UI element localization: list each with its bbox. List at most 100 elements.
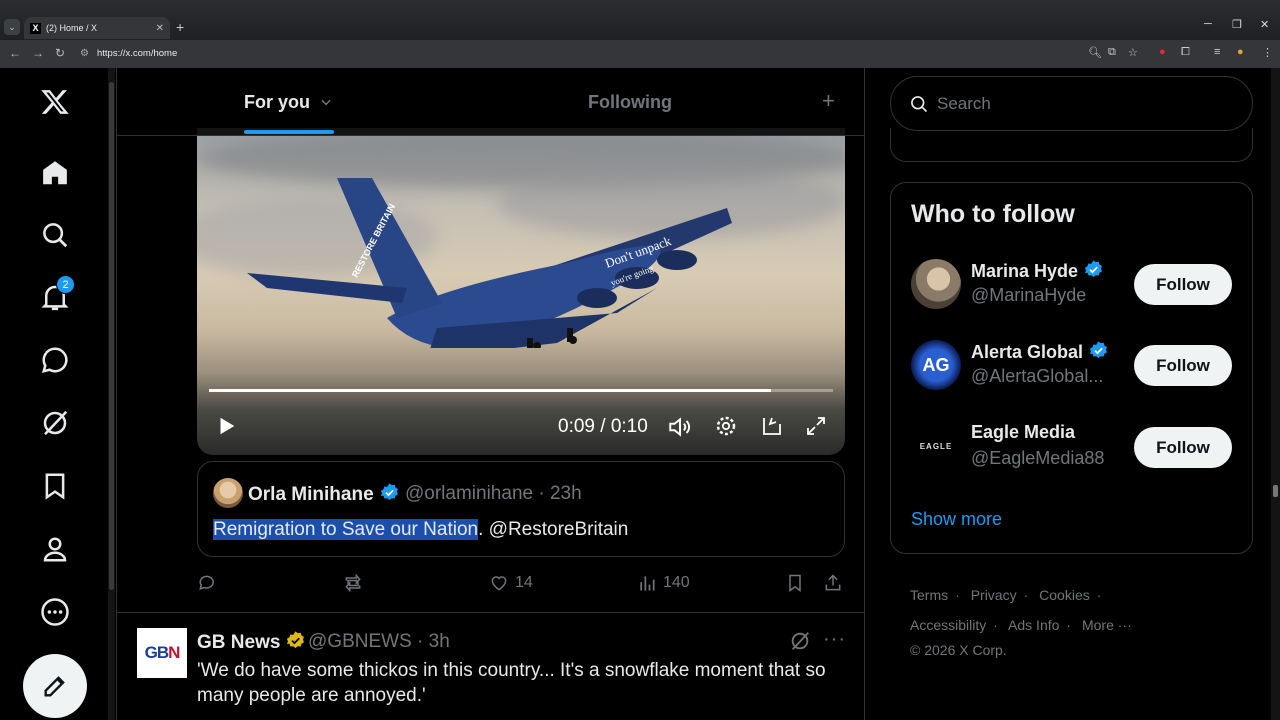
tab-for-you[interactable]: For you <box>244 92 333 113</box>
forward-icon[interactable]: → <box>32 46 44 60</box>
home-icon[interactable] <box>35 153 75 193</box>
picture-in-picture-icon[interactable] <box>760 414 784 443</box>
extensions-icon[interactable]: ⧠ <box>1181 46 1190 59</box>
video-settings-icon[interactable] <box>714 414 738 443</box>
minimize-icon[interactable]: ─ <box>1204 18 1212 30</box>
follow-suggestion[interactable]: Marina Hyde @MarinaHyde Follow <box>911 257 1241 313</box>
account-name[interactable]: Alerta Global <box>971 340 1109 363</box>
maximize-icon[interactable]: ❐ <box>1232 18 1242 31</box>
close-window-icon[interactable]: ✕ <box>1260 18 1269 31</box>
account-handle: @AlertaGlobal... <box>971 366 1104 386</box>
verified-badge-icon <box>1089 341 1108 358</box>
search-input[interactable]: Search <box>890 76 1253 131</box>
account-name[interactable]: Eagle Media <box>971 422 1075 443</box>
terms-link[interactable]: Terms <box>910 587 948 603</box>
tweet-author-name[interactable]: GB News <box>197 630 306 654</box>
grok-icon[interactable] <box>35 403 75 443</box>
left-nav: 2 <box>0 68 108 720</box>
volume-icon[interactable] <box>667 414 693 445</box>
profile-avatar-icon[interactable]: ● <box>1237 46 1244 58</box>
tab-following[interactable]: Following <box>588 92 672 113</box>
add-feed-icon[interactable]: + <box>822 88 835 114</box>
footer-links: Terms · Privacy · Cookies · Accessibility · … <box>910 580 1250 660</box>
like-count: 14 <box>515 574 533 591</box>
like-button[interactable]: 14 <box>489 573 533 593</box>
bookmark-star-icon[interactable]: ☆ <box>1128 46 1138 59</box>
reply-button[interactable] <box>197 573 223 593</box>
left-scrollbar[interactable] <box>108 68 115 720</box>
page-scrollbar[interactable] <box>1271 68 1280 720</box>
tab-search-dropdown[interactable]: ⌄ <box>4 19 20 35</box>
follow-button[interactable]: Follow <box>1134 264 1232 305</box>
compose-post-button[interactable] <box>23 654 87 718</box>
verified-gold-badge-icon <box>287 631 305 648</box>
zoom-icon[interactable]: 🔍︎ <box>1088 46 1102 59</box>
selected-text: Remigration to Save our Nation <box>213 519 479 540</box>
privacy-link[interactable]: Privacy <box>971 587 1017 603</box>
site-settings-icon[interactable]: ⚙ <box>80 45 89 63</box>
verified-badge-icon <box>380 483 398 500</box>
video-progress-bar[interactable] <box>209 389 833 392</box>
install-app-icon[interactable]: ⧉ <box>1108 46 1116 59</box>
account-name[interactable]: Marina Hyde <box>971 259 1104 282</box>
tweet-text: 'We do have some thickos in this country… <box>197 660 826 706</box>
tweet-divider <box>117 612 864 613</box>
play-button[interactable] <box>215 414 237 443</box>
grok-icon[interactable] <box>789 630 811 657</box>
avatar[interactable] <box>213 478 243 508</box>
quote-text: Remigration to Save our Nation. @Restore… <box>213 519 628 541</box>
follow-suggestion[interactable]: EAGLE Eagle Media @EagleMedia88 Follow <box>911 420 1241 476</box>
profile-icon[interactable] <box>35 529 75 569</box>
show-more-link[interactable]: Show more <box>911 509 1002 530</box>
new-tab-button[interactable]: + <box>176 19 184 35</box>
compose-icon <box>44 676 65 697</box>
reload-icon[interactable]: ↻ <box>55 46 65 60</box>
bookmarks-icon[interactable] <box>35 466 75 506</box>
more-icon[interactable] <box>35 592 75 632</box>
airplane-image: Don't unpack you're going RESTORE BRITAI… <box>247 178 732 348</box>
explore-icon[interactable] <box>35 215 75 255</box>
avatar[interactable]: AG <box>911 340 961 390</box>
bookmark-button[interactable] <box>785 573 811 593</box>
who-to-follow-title: Who to follow <box>911 200 1075 228</box>
more-options-icon[interactable]: ··· <box>823 628 846 651</box>
browser-menu-icon[interactable]: ⋮ <box>1262 46 1273 59</box>
account-handle: @MarinaHyde <box>971 285 1087 305</box>
x-app: 2 For you Following + Don't unpack you'r… <box>0 68 1280 720</box>
video-player[interactable]: Don't unpack you're going RESTORE BRITAI… <box>197 128 845 455</box>
tweet-actions: 14 140 <box>197 573 845 597</box>
who-to-follow-panel: Who to follow Marina Hyde @MarinaHyde Fo… <box>890 182 1253 554</box>
avatar[interactable]: GBN <box>137 628 187 678</box>
browser-toolbar: ← → ↻ ⚙ https://x.com/home 🔍︎ ⧉ ☆ ● ⧠ ≡ … <box>0 40 1280 68</box>
reading-list-icon[interactable]: ≡ <box>1214 46 1220 58</box>
quoted-tweet[interactable]: Orla Minihane @orlaminihane · 23h Remigr… <box>197 461 845 557</box>
previous-module <box>890 128 1253 162</box>
x-logo-icon[interactable] <box>35 82 75 122</box>
address-bar[interactable]: ⚙ https://x.com/home <box>80 45 1080 63</box>
avatar[interactable] <box>911 259 961 309</box>
back-icon[interactable]: ← <box>9 46 21 60</box>
cookies-link[interactable]: Cookies <box>1039 587 1090 603</box>
repost-button[interactable] <box>343 573 369 593</box>
browser-tab[interactable]: X (2) Home / X ✕ <box>24 17 170 39</box>
share-button[interactable] <box>823 573 849 593</box>
quote-author-name[interactable]: Orla Minihane <box>248 482 400 506</box>
tab-close-icon[interactable]: ✕ <box>156 23 164 34</box>
x-favicon-icon: X <box>30 22 41 34</box>
follow-suggestion[interactable]: AG Alerta Global @AlertaGlobal... Follow <box>911 338 1241 394</box>
fullscreen-icon[interactable] <box>804 414 828 443</box>
notifications-icon[interactable]: 2 <box>35 275 75 317</box>
follow-button[interactable]: Follow <box>1134 345 1232 386</box>
views-button[interactable]: 140 <box>637 573 690 593</box>
avatar[interactable]: EAGLE <box>911 422 961 472</box>
more-link[interactable]: More ··· <box>1082 617 1132 633</box>
messages-icon[interactable] <box>35 340 75 380</box>
browser-tabbar: ⌄ X (2) Home / X ✕ + ─ ❐ ✕ <box>0 0 1280 40</box>
accessibility-link[interactable]: Accessibility <box>910 617 986 633</box>
search-placeholder: Search <box>937 93 991 113</box>
extension-record-icon[interactable]: ● <box>1159 46 1166 58</box>
follow-button[interactable]: Follow <box>1134 427 1232 468</box>
right-sidebar: Search Who to follow Marina Hyde @Marina… <box>866 68 1272 720</box>
chevron-down-icon <box>321 99 331 106</box>
ads-info-link[interactable]: Ads Info <box>1008 617 1059 633</box>
